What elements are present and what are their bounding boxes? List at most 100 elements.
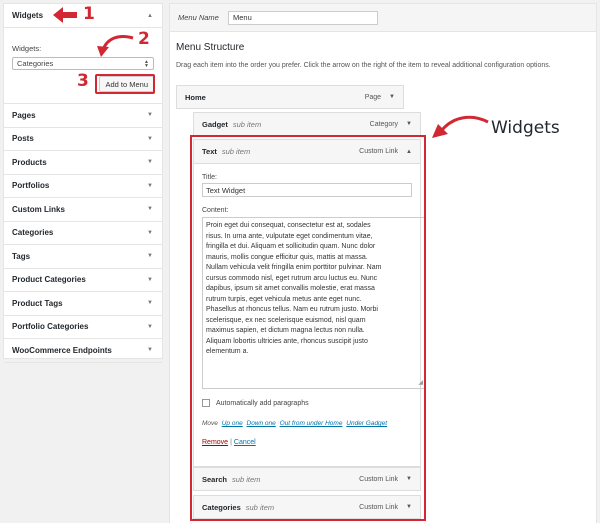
accordion-products[interactable]: Products ▼ [4, 151, 162, 175]
chevron-down-icon[interactable]: ▼ [389, 94, 395, 100]
accordion-portfolio-categories[interactable]: Portfolio Categories ▼ [4, 316, 162, 339]
accordion-label: Categories [12, 228, 54, 238]
content-line: Nullam vehicula velit fringilla enim por… [206, 264, 382, 271]
auto-paragraphs-label: Automatically add paragraphs [216, 399, 309, 407]
chevron-down-icon[interactable]: ▼ [406, 476, 412, 482]
auto-paragraphs-checkbox[interactable] [202, 399, 210, 407]
chevron-down-icon[interactable]: ▼ [406, 121, 412, 127]
accordion-product-categories[interactable]: Product Categories ▼ [4, 269, 162, 292]
accordion-woocommerce-endpoints[interactable]: WooCommerce Endpoints ▼ [4, 339, 162, 363]
content-line: Proin eget dui consequat, consectetur es… [206, 222, 371, 229]
chevron-down-icon[interactable]: ▼ [147, 112, 153, 118]
accordion-product-tags[interactable]: Product Tags ▼ [4, 292, 162, 316]
menu-item-gadget[interactable]: Gadget sub item Category ▼ [193, 112, 421, 136]
chevron-down-icon[interactable]: ▼ [147, 183, 153, 189]
chevron-down-icon[interactable]: ▼ [147, 347, 153, 353]
content-line: dapibus, ipsum sit amet convallis molest… [206, 285, 375, 292]
accordion-tags[interactable]: Tags ▼ [4, 245, 162, 269]
move-down-one-link[interactable]: Down one [247, 420, 276, 427]
step-2-number: 2 [138, 29, 150, 49]
content-line: scelerisque, ex nec scelerisque euismod,… [206, 316, 366, 324]
chevron-down-icon[interactable]: ▼ [147, 277, 153, 283]
menu-item-title: Text [202, 147, 217, 156]
title-field-label: Title: [202, 174, 217, 181]
accordion-label: Posts [12, 134, 34, 144]
chevron-up-icon[interactable]: ▲ [406, 149, 412, 155]
move-up-one-link[interactable]: Up one [222, 420, 243, 427]
content-line: cursus commodo nisl, eget rutrum arcu lu… [206, 274, 378, 282]
accordion-posts[interactable]: Posts ▼ [4, 128, 162, 151]
add-to-menu-button[interactable]: Add to Menu [99, 76, 154, 92]
widgets-callout-label: Widgets [491, 118, 560, 138]
text-widget-settings: Title: Text Widget Content: Proin eget d… [194, 174, 425, 446]
menu-structure-title: Menu Structure [176, 42, 245, 53]
menu-name-row: Menu Name Menu [170, 4, 596, 32]
chevron-down-icon[interactable]: ▼ [147, 230, 153, 236]
menu-item-title: Home [185, 92, 206, 102]
menu-item-categories[interactable]: Categories sub item Custom Link ▼ [193, 495, 421, 519]
auto-paragraphs-row: Automatically add paragraphs [202, 399, 412, 407]
accordion-categories[interactable]: Categories ▼ [4, 222, 162, 245]
menu-item-text[interactable]: Text sub item Custom Link ▲ [194, 140, 420, 164]
menu-structure-description: Drag each item into the order you prefer… [176, 62, 551, 69]
content-textarea[interactable]: Proin eget dui consequat, consectetur es… [202, 217, 425, 389]
move-under-gadget-link[interactable]: Under Gadget [346, 420, 387, 427]
content-line: elementum a. [206, 348, 249, 355]
accordion-pages[interactable]: Pages ▼ [4, 104, 162, 128]
chevron-down-icon[interactable]: ▼ [147, 206, 153, 212]
chevron-down-icon[interactable]: ▼ [147, 159, 153, 165]
menu-item-title: Search [202, 474, 228, 484]
move-out-from-home-link[interactable]: Out from under Home [280, 420, 343, 427]
widgets-select[interactable]: Categories ▲ ▼ [12, 57, 154, 70]
content-field-label: Content: [202, 207, 229, 214]
accordion-label: Product Categories [12, 275, 86, 285]
accordion-label: Portfolios [12, 181, 50, 191]
menu-name-input[interactable]: Menu [228, 10, 378, 25]
resize-handle-icon[interactable]: ◢ [418, 378, 423, 389]
move-links-row: Move Up one Down one Out from under Home… [202, 420, 412, 427]
content-line: risus. In urna ante, vulputate eget cond… [206, 232, 373, 240]
accordion-label: Custom Links [12, 204, 65, 214]
content-line: mauris, mollis congue efficitur quis, ma… [206, 253, 368, 261]
chevron-down-icon[interactable]: ▼ [147, 300, 153, 306]
menu-item-type: Category [369, 120, 399, 128]
move-label: Move [202, 420, 218, 427]
accordion-label: WooCommerce Endpoints [12, 345, 112, 355]
menu-item-type: Custom Link [359, 503, 399, 511]
chevron-down-icon[interactable]: ▼ [147, 136, 153, 142]
chevron-down-icon[interactable]: ▼ [147, 324, 153, 330]
step-3-number: 3 [77, 71, 89, 91]
menu-item-sub-label: sub item [232, 119, 262, 129]
chevron-up-icon[interactable]: ▲ [147, 13, 153, 19]
menu-item-type: Custom Link [359, 148, 399, 155]
accordion-label: Pages [12, 110, 36, 120]
content-line: maximus sapien, et dictum magna lectus n… [206, 327, 365, 334]
widgets-select-value: Categories [17, 59, 54, 68]
chevron-down-icon[interactable]: ▼ [406, 504, 412, 510]
action-separator: | [230, 439, 232, 446]
accordion-label: Product Tags [12, 298, 63, 308]
remove-link[interactable]: Remove [202, 439, 228, 446]
menu-editor-panel: Menu Name Menu Menu Structure Drag each … [169, 3, 597, 523]
menu-item-sub-label: sub item [221, 147, 251, 156]
title-field[interactable]: Text Widget [202, 183, 412, 197]
menu-item-text-expanded: Text sub item Custom Link ▲ Title: Text W… [193, 139, 425, 467]
cancel-link[interactable]: Cancel [234, 439, 256, 446]
menu-item-title: Gadget [202, 119, 228, 129]
content-line: rutrum turpis, eget vehicula metus ante … [206, 295, 362, 303]
chevron-down-icon[interactable]: ▼ [147, 253, 153, 259]
accordion-portfolios[interactable]: Portfolios ▼ [4, 175, 162, 198]
widgets-select-label: Widgets: [12, 44, 42, 53]
accordion-custom-links[interactable]: Custom Links ▼ [4, 198, 162, 222]
menu-item-home[interactable]: Home Page ▼ [176, 85, 404, 109]
item-actions-row: Remove | Cancel [202, 439, 412, 446]
select-arrows-icon: ▲ ▼ [144, 58, 149, 69]
menu-item-title: Categories [202, 502, 241, 512]
accordion-widgets-label: Widgets [12, 11, 44, 20]
content-line: Aliquam lobortis ultricies ante, rhoncus… [206, 337, 368, 345]
menu-item-search[interactable]: Search sub item Custom Link ▼ [193, 467, 421, 491]
menu-item-sub-label: sub item [232, 474, 261, 484]
menu-item-type: Page [364, 93, 382, 101]
add-menu-items-panel: Widgets ▲ Widgets: Categories ▲ ▼ Add to … [3, 3, 163, 363]
accordion-label: Portfolio Categories [12, 322, 89, 332]
